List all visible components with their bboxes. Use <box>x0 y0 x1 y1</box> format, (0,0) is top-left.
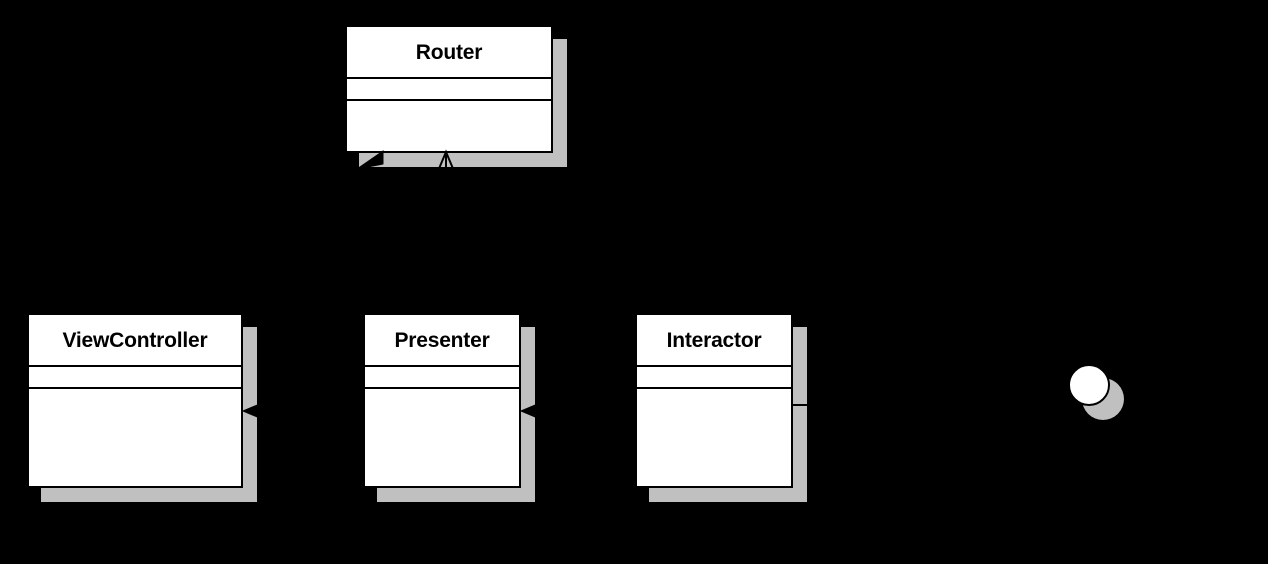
class-operations-interactor <box>637 389 791 486</box>
class-name-interactor: Interactor <box>637 315 791 367</box>
class-box-body: Interactor <box>635 313 793 488</box>
class-name-presenter: Presenter <box>365 315 519 367</box>
class-attributes-presenter <box>365 367 519 389</box>
class-operations-router <box>347 101 551 151</box>
class-operations-presenter <box>365 389 519 486</box>
connector-interactor-to-presenter <box>519 402 635 420</box>
class-name-router: Router <box>347 27 551 79</box>
uml-class-viewcontroller[interactable]: ViewController <box>27 313 257 502</box>
class-attributes-viewcontroller <box>29 367 241 389</box>
uml-class-interactor[interactable]: Interactor <box>635 313 807 502</box>
class-attributes-interactor <box>637 367 791 389</box>
class-box-body: Presenter <box>363 313 521 488</box>
interface-lollipop-entity[interactable] <box>1068 364 1124 420</box>
class-attributes-router <box>347 79 551 101</box>
class-operations-viewcontroller <box>29 389 241 486</box>
class-box-body: Router <box>345 25 553 153</box>
lollipop-circle-icon <box>1068 364 1110 406</box>
uml-class-presenter[interactable]: Presenter <box>363 313 535 502</box>
uml-class-router[interactable]: Router <box>345 25 567 167</box>
uml-diagram-canvas: Router ViewController Presenter Interact… <box>0 0 1268 564</box>
connector-presenter-to-viewcontroller <box>241 402 363 420</box>
class-name-viewcontroller: ViewController <box>29 315 241 367</box>
class-box-body: ViewController <box>27 313 243 488</box>
